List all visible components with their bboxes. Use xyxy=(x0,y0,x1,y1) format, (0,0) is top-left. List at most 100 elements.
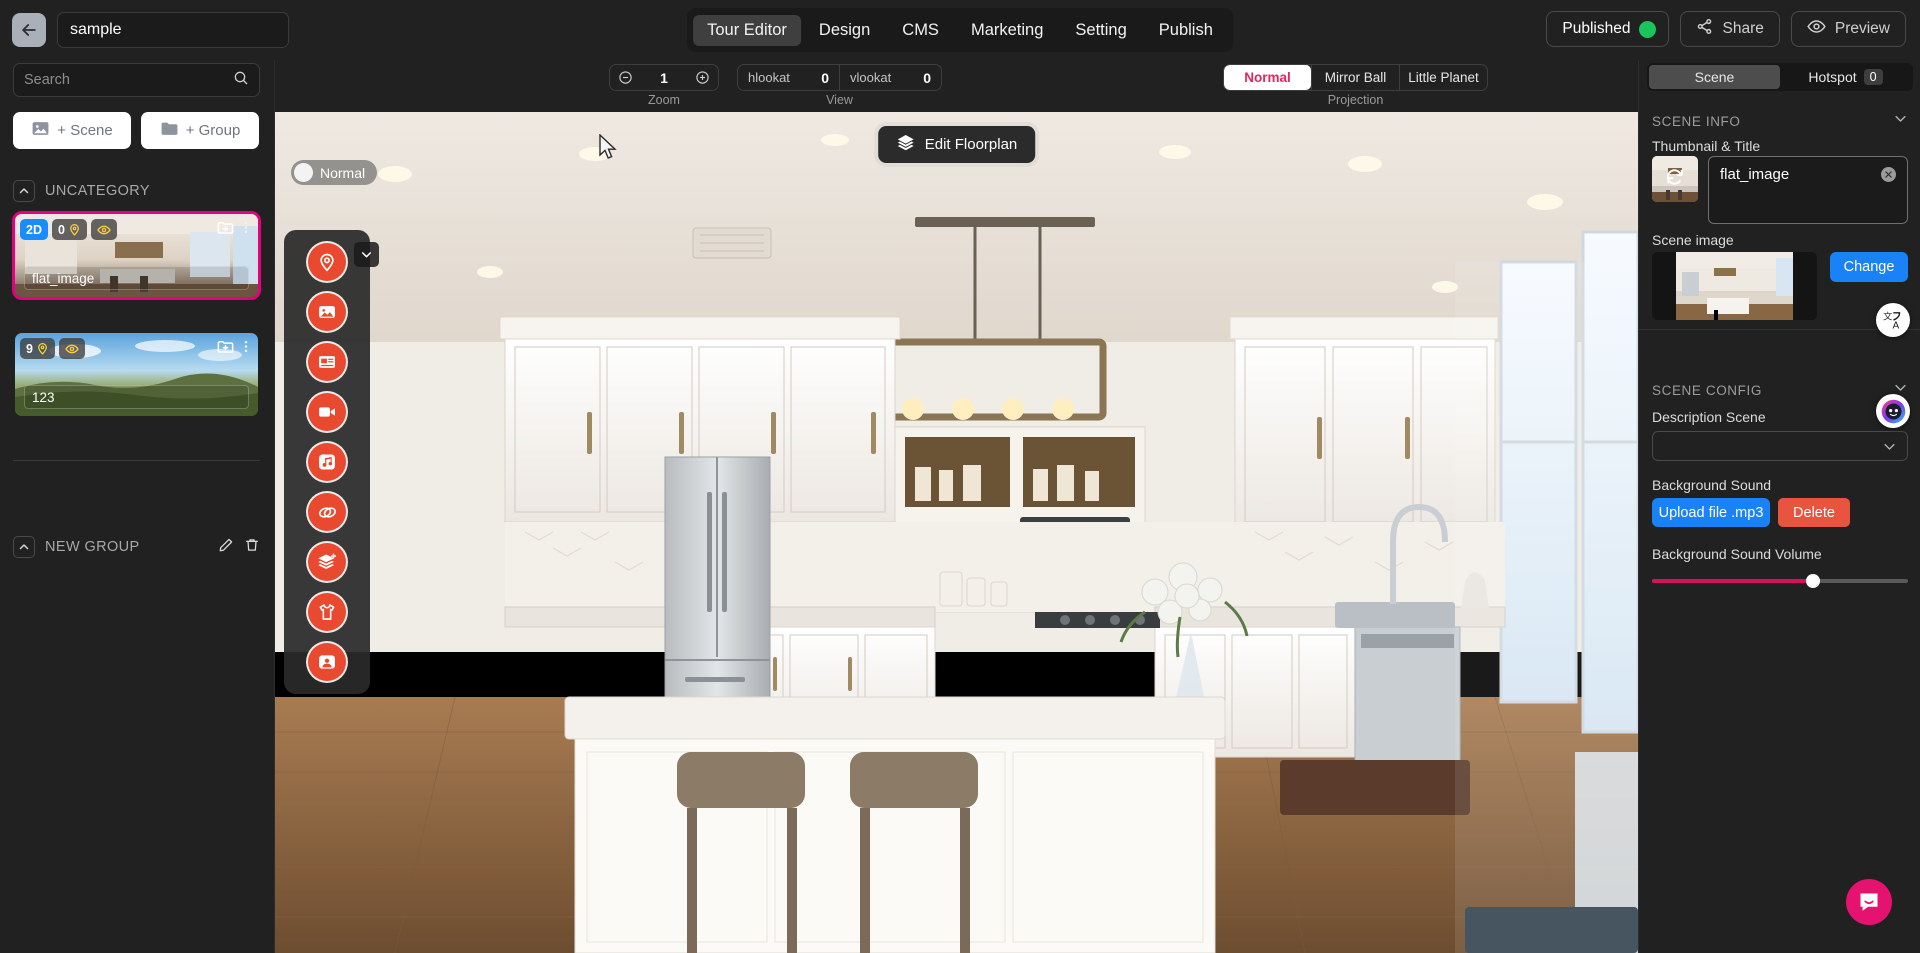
group-header-new-group: NEW GROUP xyxy=(13,536,260,558)
folder-icon xyxy=(160,119,179,142)
background-sound-volume-slider[interactable] xyxy=(1652,574,1908,588)
delete-sound-button[interactable]: Delete xyxy=(1778,498,1850,527)
add-group-button[interactable]: + Group xyxy=(141,112,259,149)
scene-name-field[interactable]: 123 xyxy=(24,385,249,409)
hotspot-layer-button[interactable] xyxy=(308,543,346,581)
add-to-folder-icon[interactable] xyxy=(216,218,235,242)
hotspot-article-button[interactable] xyxy=(308,343,346,381)
scene-thumbnail-small[interactable] xyxy=(1652,156,1698,202)
tab-cms[interactable]: CMS xyxy=(888,15,953,46)
chat-support-button[interactable] xyxy=(1846,879,1892,925)
published-status-button[interactable]: Published xyxy=(1546,11,1670,47)
add-scene-label: + Scene xyxy=(57,122,113,139)
scene-config-title: SCENE CONFIG xyxy=(1652,382,1762,398)
top-bar: Tour Editor Design CMS Marketing Setting… xyxy=(0,0,1920,60)
pencil-icon[interactable] xyxy=(218,537,234,558)
translate-button[interactable]: 文 A xyxy=(1876,303,1910,337)
preview-button[interactable]: Preview xyxy=(1790,11,1906,47)
edit-floorplan-button[interactable]: Edit Floorplan xyxy=(877,126,1036,163)
trash-icon[interactable] xyxy=(244,537,260,558)
scene-card-123[interactable]: 9 123 xyxy=(15,333,258,416)
group-collapse-uncategory[interactable] xyxy=(13,180,35,202)
hotspot-image-button[interactable] xyxy=(308,293,346,331)
project-title-input[interactable] xyxy=(57,12,289,48)
hotspot-point-row xyxy=(308,242,379,281)
tab-scene[interactable]: Scene xyxy=(1649,65,1780,89)
more-vertical-icon[interactable] xyxy=(238,337,254,361)
background-sound-volume-label: Background Sound Volume xyxy=(1652,546,1822,562)
zoom-in-button[interactable] xyxy=(695,70,710,85)
scene-hotspot-badge[interactable]: 9 xyxy=(20,338,55,359)
hotspot-product-button[interactable] xyxy=(308,593,346,631)
hotspot-count-badge: 0 xyxy=(1863,69,1883,85)
top-bar-actions: Published Share Preview xyxy=(1546,11,1906,47)
zoom-out-button[interactable] xyxy=(618,70,633,85)
hotspot-toolbar-expand[interactable] xyxy=(354,242,379,267)
scene-image-preview[interactable] xyxy=(1652,252,1817,320)
more-vertical-icon[interactable] xyxy=(238,218,254,242)
hlookat-label: hlookat xyxy=(748,70,790,85)
tab-design[interactable]: Design xyxy=(805,15,884,46)
vlookat-cell[interactable]: vlookat 0 xyxy=(839,65,941,90)
tab-hotspot[interactable]: Hotspot 0 xyxy=(1780,65,1911,89)
hotspot-toolbar xyxy=(284,230,379,694)
scene-card-actions xyxy=(216,337,254,361)
slider-fill xyxy=(1652,579,1814,583)
view-mode-chip[interactable]: Normal xyxy=(291,160,378,185)
search-box[interactable] xyxy=(13,63,260,97)
scene-info-header[interactable]: SCENE INFO xyxy=(1652,111,1908,131)
projection-group: Normal Mirror Ball Little Planet Project… xyxy=(1223,64,1488,107)
hotspot-avatar-button[interactable] xyxy=(308,643,346,681)
upload-mp3-button[interactable]: Upload file .mp3 xyxy=(1652,498,1770,527)
image-icon xyxy=(31,119,50,142)
view-control: hlookat 0 vlookat 0 xyxy=(737,64,942,91)
layers-plus-icon xyxy=(318,553,337,569)
add-group-label: + Group xyxy=(185,122,241,139)
share-label: Share xyxy=(1722,20,1764,37)
left-sidebar: + Scene + Group UNCATEGORY xyxy=(0,60,275,953)
projection-mirror-ball[interactable]: Mirror Ball xyxy=(1311,65,1399,90)
translate-icon: 文 A xyxy=(1883,311,1901,331)
hotspot-link-button[interactable] xyxy=(308,493,346,531)
search-icon xyxy=(233,70,249,91)
hotspot-audio-button[interactable] xyxy=(308,443,346,481)
description-scene-select[interactable] xyxy=(1652,431,1908,461)
scene-info-title: SCENE INFO xyxy=(1652,113,1741,129)
panorama-viewer[interactable]: Normal Edit Floorplan xyxy=(275,112,1638,953)
eye-icon xyxy=(1807,17,1826,41)
slider-knob[interactable] xyxy=(1806,574,1821,588)
share-button[interactable]: Share xyxy=(1680,11,1780,47)
search-input[interactable] xyxy=(24,72,233,88)
back-button[interactable] xyxy=(12,13,46,47)
share-icon xyxy=(1696,18,1713,40)
change-scene-image-button[interactable]: Change xyxy=(1830,252,1908,282)
add-to-folder-icon[interactable] xyxy=(216,337,235,361)
projection-little-planet[interactable]: Little Planet xyxy=(1399,65,1487,90)
scene-title-input[interactable] xyxy=(1708,156,1908,224)
refresh-icon[interactable] xyxy=(1665,167,1685,192)
video-icon xyxy=(319,407,335,417)
ai-assistant-button[interactable] xyxy=(1876,394,1910,428)
scene-name-field[interactable]: flat_image xyxy=(24,266,249,290)
scene-card-flat-image[interactable]: 2D 0 flat_image xyxy=(12,211,261,300)
tab-tour-editor[interactable]: Tour Editor xyxy=(693,14,801,46)
scene-badges: 2D 0 xyxy=(20,219,117,240)
tab-setting[interactable]: Setting xyxy=(1061,15,1140,46)
scene-hotspot-badge[interactable]: 0 xyxy=(51,219,87,240)
scene-visibility-badge[interactable] xyxy=(90,219,117,240)
tab-marketing[interactable]: Marketing xyxy=(957,15,1057,46)
scene-visibility-badge[interactable] xyxy=(58,338,85,359)
group-title-uncategory: UNCATEGORY xyxy=(45,183,150,199)
projection-normal[interactable]: Normal xyxy=(1224,65,1311,90)
scene-config-header[interactable]: SCENE CONFIG xyxy=(1652,380,1908,400)
thumbnail-title-label: Thumbnail & Title xyxy=(1652,138,1761,154)
group-collapse-new-group[interactable] xyxy=(13,536,35,558)
eye-icon xyxy=(97,225,111,234)
hotspot-point-button[interactable] xyxy=(308,243,346,281)
tab-publish[interactable]: Publish xyxy=(1145,15,1227,46)
hotspot-video-button[interactable] xyxy=(308,393,346,431)
chevron-down-icon[interactable] xyxy=(1893,111,1908,131)
clear-title-button[interactable] xyxy=(1881,167,1896,182)
hlookat-cell[interactable]: hlookat 0 xyxy=(738,65,839,90)
add-scene-button[interactable]: + Scene xyxy=(13,112,131,149)
